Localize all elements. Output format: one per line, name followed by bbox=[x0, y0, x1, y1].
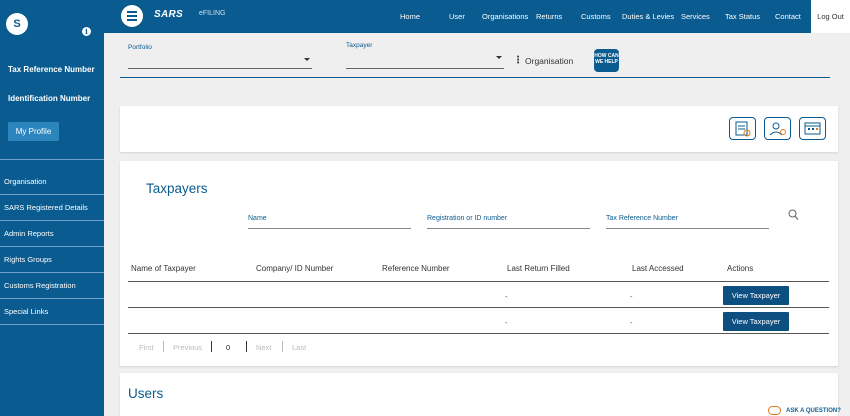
sidebar-divider bbox=[0, 159, 104, 160]
table-divider bbox=[128, 333, 829, 334]
table-divider bbox=[128, 307, 829, 308]
sars-logo[interactable]: SARS bbox=[154, 9, 183, 20]
nav-tax-status[interactable]: Tax Status bbox=[725, 0, 760, 33]
my-profile-button[interactable]: My Profile bbox=[8, 122, 59, 141]
last-return-cell: - bbox=[505, 292, 508, 301]
nav-customs[interactable]: Customs bbox=[581, 0, 611, 33]
ask-question-link[interactable]: ASK A QUESTION? bbox=[786, 408, 841, 414]
menu-icon[interactable] bbox=[121, 5, 143, 27]
logout-button[interactable]: Log Out bbox=[811, 0, 850, 33]
user-search-icon[interactable] bbox=[764, 117, 791, 140]
nav-contact[interactable]: Contact bbox=[775, 0, 801, 33]
name-search-input[interactable] bbox=[248, 228, 411, 229]
portfolio-label: Portfolio bbox=[128, 44, 152, 51]
pager-current-page: 0 bbox=[226, 343, 231, 352]
pager-last[interactable]: Last bbox=[292, 343, 306, 352]
registration-search-input[interactable] bbox=[427, 228, 590, 229]
top-navbar: SARS eFILING Home User Organisations Ret… bbox=[104, 0, 850, 33]
sidebar-item-admin-reports[interactable]: Admin Reports bbox=[0, 221, 104, 247]
pager-next[interactable]: Next bbox=[256, 343, 271, 352]
column-header-last-return[interactable]: Last Return Filled bbox=[507, 264, 570, 273]
view-taxpayer-button[interactable]: View Taxpayer bbox=[723, 286, 789, 305]
tax-reference-search-label: Tax Reference Number bbox=[606, 215, 678, 222]
view-taxpayer-button[interactable]: View Taxpayer bbox=[723, 312, 789, 331]
calendar-icon[interactable] bbox=[799, 117, 826, 140]
chevron-down-icon[interactable] bbox=[496, 56, 502, 59]
more-options-icon[interactable]: ⋮ bbox=[513, 55, 523, 66]
pager-separator bbox=[211, 341, 212, 352]
pager-separator bbox=[163, 341, 164, 352]
column-header-company-id[interactable]: Company/ ID Number bbox=[256, 264, 333, 273]
context-label: Organisation bbox=[525, 56, 574, 66]
avatar[interactable]: S bbox=[6, 13, 28, 35]
tax-reference-label: Tax Reference Number bbox=[8, 65, 95, 74]
taxpayer-label: Taxpayer bbox=[346, 42, 373, 49]
nav-home[interactable]: Home bbox=[400, 0, 420, 33]
report-icon[interactable] bbox=[729, 117, 756, 140]
filter-divider bbox=[120, 77, 830, 78]
column-header-reference[interactable]: Reference Number bbox=[382, 264, 450, 273]
column-header-actions: Actions bbox=[727, 264, 754, 273]
column-header-last-accessed[interactable]: Last Accessed bbox=[632, 264, 684, 273]
help-badge[interactable]: HOW CAN WE HELP bbox=[594, 49, 619, 72]
column-header-name[interactable]: Name of Taxpayer bbox=[131, 264, 196, 273]
sidebar-item-customs-registration[interactable]: Customs Registration bbox=[0, 273, 104, 299]
sidebar-item-organisation[interactable]: Organisation bbox=[0, 169, 104, 195]
sidebar: S i Tax Reference Number Identification … bbox=[0, 0, 104, 416]
nav-returns[interactable]: Returns bbox=[536, 0, 562, 33]
sidebar-item-rights-groups[interactable]: Rights Groups bbox=[0, 247, 104, 273]
nav-duties-levies[interactable]: Duties & Levies bbox=[622, 0, 674, 33]
sidebar-item-special-links[interactable]: Special Links bbox=[0, 299, 104, 325]
info-icon[interactable]: i bbox=[82, 27, 91, 36]
portfolio-select[interactable] bbox=[128, 68, 312, 69]
sidebar-item-sars-registered-details[interactable]: SARS Registered Details bbox=[0, 195, 104, 221]
search-icon[interactable] bbox=[788, 208, 799, 220]
last-accessed-cell: - bbox=[630, 318, 633, 327]
nav-organisations[interactable]: Organisations bbox=[482, 0, 528, 33]
nav-services[interactable]: Services bbox=[681, 0, 710, 33]
pager-separator bbox=[246, 341, 247, 352]
table-divider bbox=[128, 281, 829, 282]
registration-search-label: Registration or ID number bbox=[427, 215, 508, 222]
taxpayer-select[interactable] bbox=[346, 68, 504, 69]
users-card bbox=[120, 373, 838, 416]
chevron-down-icon[interactable] bbox=[304, 58, 310, 61]
tax-reference-search-input[interactable] bbox=[606, 228, 769, 229]
nav-user[interactable]: User bbox=[449, 0, 465, 33]
identification-label: Identification Number bbox=[8, 94, 91, 103]
pager-separator bbox=[282, 341, 283, 352]
name-search-label: Name bbox=[248, 215, 267, 222]
last-return-cell: - bbox=[505, 318, 508, 327]
chat-icon[interactable] bbox=[768, 406, 781, 415]
users-title: Users bbox=[128, 386, 164, 401]
efiling-logo: eFILING bbox=[199, 10, 226, 17]
last-accessed-cell: - bbox=[630, 292, 633, 301]
taxpayers-title: Taxpayers bbox=[146, 181, 208, 196]
pager-first[interactable]: First bbox=[139, 343, 154, 352]
pager-previous[interactable]: Previous bbox=[173, 343, 202, 352]
